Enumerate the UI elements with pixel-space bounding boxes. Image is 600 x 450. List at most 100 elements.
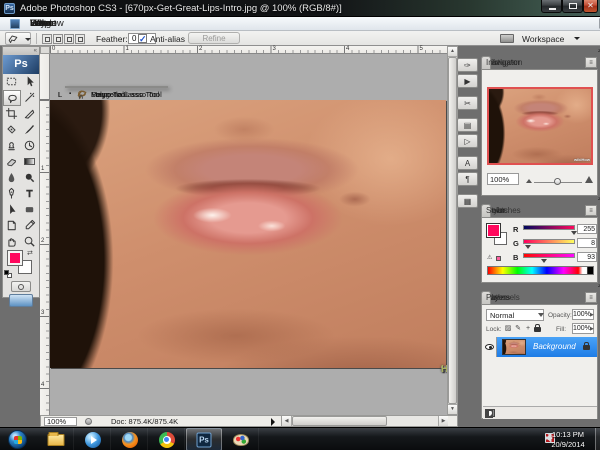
tool-blur[interactable]	[3, 170, 21, 186]
start-button[interactable]	[8, 430, 27, 449]
tool-history-brush[interactable]	[21, 138, 39, 154]
taskbar-firefox-button[interactable]	[112, 428, 148, 450]
photo-canvas[interactable]: wikiHow	[50, 100, 446, 368]
bridge-icon[interactable]	[500, 34, 514, 43]
tab-paths[interactable]: Paths	[481, 291, 491, 304]
selection-mode-intersect[interactable]	[75, 34, 85, 44]
tool-eraser[interactable]	[3, 154, 21, 170]
title-bar[interactable]: Ps Adobe Photoshop CS3 - [670px-Get-Grea…	[0, 0, 600, 17]
tool-move[interactable]	[21, 74, 39, 90]
status-flyout-arrow-icon[interactable]	[271, 418, 279, 426]
tab-styles[interactable]: Styles	[481, 204, 491, 217]
vertical-scroll-thumb[interactable]	[448, 57, 457, 404]
channel-value-b[interactable]: 93	[577, 252, 597, 262]
foreground-color-swatch[interactable]	[487, 224, 500, 237]
lock-paint-icon[interactable]: ✎	[514, 324, 522, 333]
lock-all-icon[interactable]	[534, 324, 542, 333]
slider-thumb-icon[interactable]	[571, 231, 577, 235]
panel-menu-icon[interactable]: ≡	[585, 57, 597, 68]
blend-mode-select[interactable]: Normal	[486, 309, 544, 321]
taskbar-windows-explorer-button[interactable]	[38, 428, 74, 450]
taskbar-media-player-button[interactable]	[75, 428, 111, 450]
menu-help[interactable]: Help	[24, 17, 56, 31]
navigator-preview[interactable]: wikiHow	[487, 87, 593, 165]
tool-hand[interactable]	[3, 234, 21, 250]
tool-crop[interactable]	[3, 106, 21, 122]
fill-spinner-icon[interactable]: ▶	[590, 326, 594, 332]
lock-transparency-icon[interactable]: ▨	[504, 324, 512, 333]
tool-gradient[interactable]	[21, 154, 39, 170]
panel-menu-icon[interactable]: ≡	[585, 292, 597, 303]
channel-slider-g[interactable]	[523, 239, 575, 244]
paragraph-icon[interactable]: ¶	[457, 172, 478, 186]
tool-eyedropper[interactable]	[21, 218, 39, 234]
layer-thumbnail[interactable]	[502, 339, 526, 355]
horizontal-scrollbar[interactable]: ◀ ▶	[281, 416, 448, 426]
taskbar-paint-button[interactable]	[223, 428, 259, 450]
layer-visibility-cell[interactable]	[483, 337, 497, 357]
tool-rectangular-marquee[interactable]	[3, 74, 21, 90]
tool-notes[interactable]	[3, 218, 21, 234]
taskbar-chrome-button[interactable]	[149, 428, 185, 450]
gamut-warning-icon[interactable]: ⚠	[487, 254, 492, 261]
tool-healing-brush[interactable]	[3, 122, 21, 138]
workspace-button[interactable]: Workspace	[522, 34, 564, 44]
navigator-zoom-slider-thumb[interactable]	[554, 178, 561, 185]
tool-slice[interactable]	[21, 106, 39, 122]
swap-colors-icon[interactable]: ⇄	[27, 249, 33, 257]
navigator-zoom-field[interactable]: 100%	[487, 173, 519, 185]
channel-slider-b[interactable]	[523, 253, 575, 258]
layer-name[interactable]: Background	[533, 342, 576, 351]
selection-mode-subtract[interactable]	[64, 34, 74, 44]
zoom-level-field[interactable]: 100%	[44, 417, 77, 426]
channel-slider-r[interactable]	[523, 225, 575, 230]
layer-comps-icon[interactable]: ▤	[457, 118, 478, 132]
collapse-palette-button[interactable]: «	[3, 47, 39, 55]
channel-value-r[interactable]: 255	[577, 224, 597, 234]
scroll-right-icon[interactable]: ▶	[438, 416, 448, 426]
character-icon[interactable]: A	[457, 156, 478, 170]
tool-presets-icon[interactable]: ▶	[457, 74, 478, 88]
screen-mode-button[interactable]	[9, 294, 33, 307]
document-icon[interactable]	[10, 19, 20, 29]
opacity-spinner-icon[interactable]: ▶	[590, 312, 594, 318]
brushes-icon[interactable]: ✑	[457, 58, 478, 72]
slider-thumb-icon[interactable]	[541, 259, 547, 263]
panel-menu-icon[interactable]: ≡	[585, 205, 597, 216]
tool-pen[interactable]	[3, 186, 21, 202]
layer-row-background[interactable]: Background	[483, 337, 597, 357]
tool-shape[interactable]	[21, 202, 39, 218]
zoom-out-icon[interactable]	[526, 179, 532, 183]
tool-path-selection[interactable]	[3, 202, 21, 218]
anti-alias-checkbox[interactable]: ✓	[138, 34, 147, 43]
foreground-color-swatch[interactable]	[8, 251, 22, 265]
tool-brush[interactable]	[21, 122, 39, 138]
quick-mask-button[interactable]	[11, 281, 31, 292]
tool-clone-stamp[interactable]	[3, 138, 21, 154]
taskbar-photoshop-button[interactable]: Ps	[186, 428, 222, 450]
lock-move-icon[interactable]: +	[524, 324, 532, 333]
scroll-left-icon[interactable]: ◀	[282, 416, 292, 426]
color-spectrum-ramp[interactable]	[487, 266, 594, 275]
info-icon[interactable]: ▦	[457, 194, 478, 208]
delete-layer-icon[interactable]	[485, 409, 493, 418]
scroll-up-icon[interactable]: ▲	[448, 47, 457, 57]
tool-dodge[interactable]	[21, 170, 39, 186]
minimize-button[interactable]	[541, 0, 562, 13]
tool-preset-picker[interactable]	[5, 32, 31, 45]
channel-value-g[interactable]: 8	[577, 238, 597, 248]
selection-mode-add[interactable]	[53, 34, 63, 44]
show-desktop-button[interactable]	[595, 428, 600, 450]
horizontal-scroll-thumb[interactable]	[292, 416, 387, 426]
scroll-down-icon[interactable]: ▼	[448, 404, 457, 414]
tool-magic-wand[interactable]	[21, 90, 39, 106]
selection-mode-new[interactable]	[42, 34, 52, 44]
animation-icon[interactable]: ▷	[457, 134, 478, 148]
clone-source-icon[interactable]: ✂	[457, 96, 478, 110]
tab-info[interactable]: Info	[481, 56, 491, 69]
refine-edge-button[interactable]: Refine Edge...	[188, 32, 240, 44]
taskbar-clock[interactable]: 10:13 PM 20/9/2014	[544, 430, 592, 450]
tool-type[interactable]	[21, 186, 39, 202]
tool-zoom[interactable]	[21, 234, 39, 250]
zoom-in-icon[interactable]	[585, 176, 593, 183]
